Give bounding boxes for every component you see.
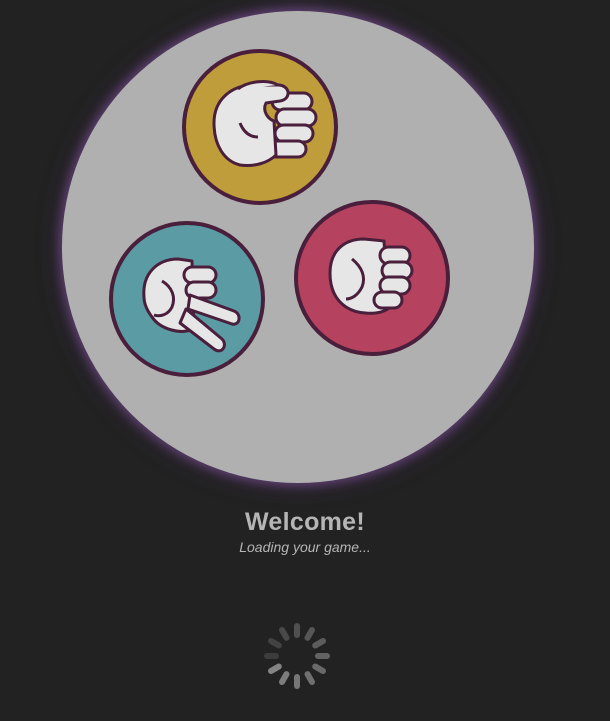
rock-hand-icon xyxy=(294,200,450,356)
logo-circle xyxy=(62,11,534,483)
spinner-tick xyxy=(304,671,315,685)
spinner-tick xyxy=(279,671,290,685)
game-logo xyxy=(109,49,450,377)
spinner-tick xyxy=(268,663,282,674)
spinner-tick xyxy=(264,653,279,659)
paper-hand-icon xyxy=(182,49,338,205)
spinner-tick xyxy=(312,663,326,674)
spinner-tick xyxy=(294,674,300,689)
scissors-hand-icon xyxy=(109,221,265,377)
loading-screen: Welcome! Loading your game... xyxy=(0,0,610,721)
spinner-tick xyxy=(304,627,315,641)
loading-subtitle: Loading your game... xyxy=(239,539,371,555)
loading-spinner-icon xyxy=(260,619,334,693)
spinner-tick xyxy=(268,638,282,649)
spinner-tick xyxy=(294,623,300,638)
spinner-tick xyxy=(312,638,326,649)
spinner-tick xyxy=(315,653,330,659)
spinner-tick xyxy=(279,627,290,641)
welcome-title: Welcome! xyxy=(244,508,366,536)
